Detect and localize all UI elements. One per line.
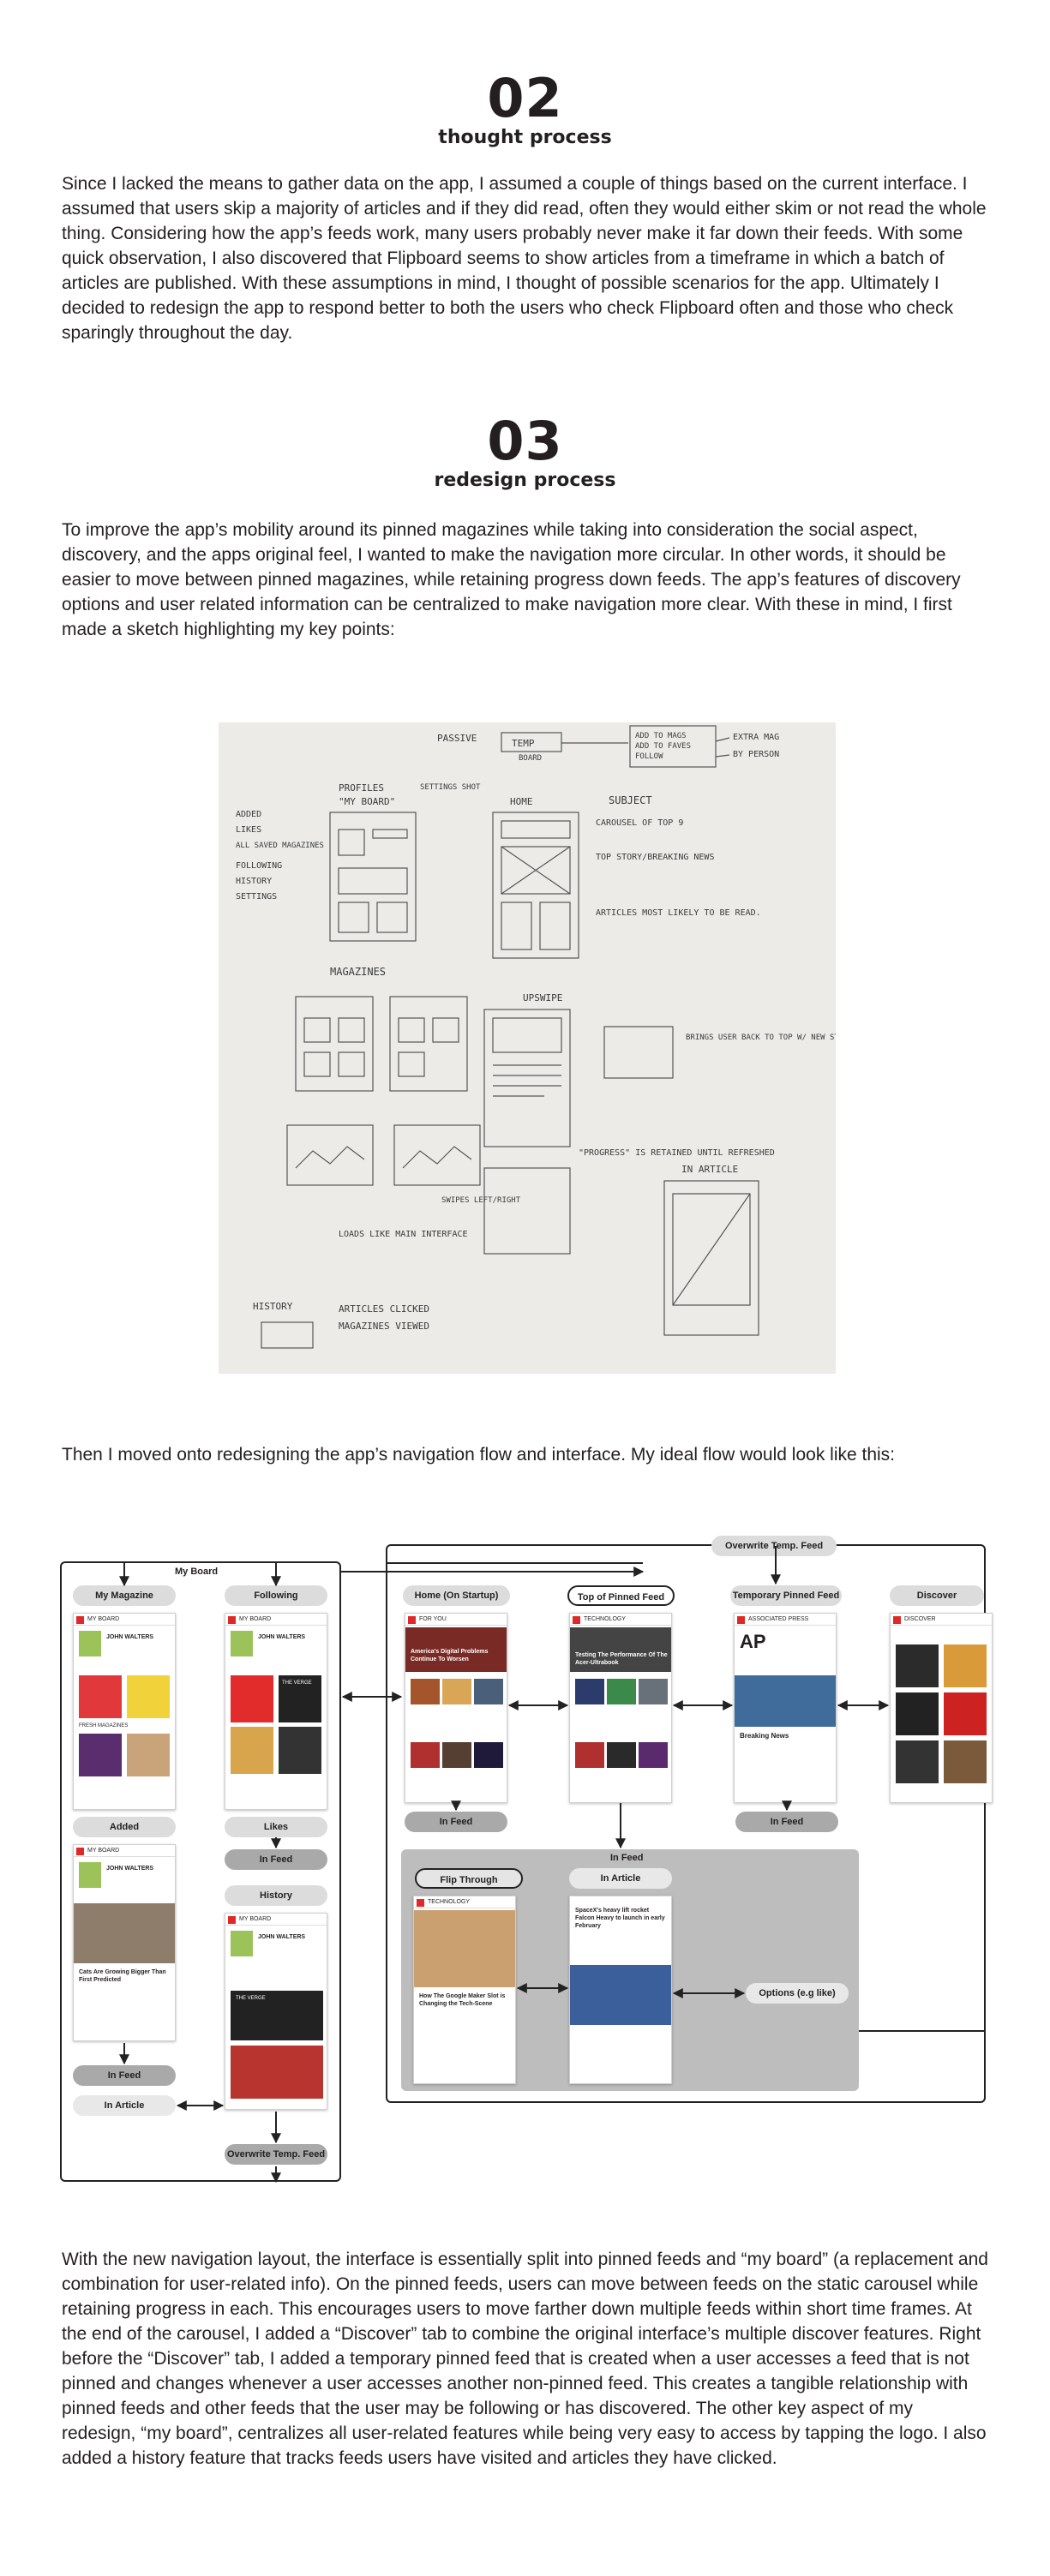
sketch-settings: SETTINGS [236,892,277,902]
flow-arrows [119,1546,984,2184]
sketch-progress-retained: "PROGRESS" IS RETAINED UNTIL REFRESHED [579,1148,775,1158]
sketch-history-bottom: HISTORY [253,1301,293,1312]
transition-paragraph: Then I moved onto redesigning the app’s … [62,1445,896,1465]
sketch-by-person: BY PERSON [733,750,779,759]
thought-process-paragraph: Since I lacked the means to gather data … [62,174,987,343]
sketch-swipes: SWIPES LEFT/RIGHT [441,1196,521,1205]
sketch-upswipe: UPSWIPE [523,992,562,1003]
sketch-magazines-viewed: MAGAZINES VIEWED [339,1321,429,1332]
sketch-added: ADDED [236,810,261,819]
sketch-carousel: CAROUSEL OF TOP 9 [596,818,683,828]
sketch-articles-clicked: ARTICLES CLICKED [339,1303,429,1315]
section-number-03: 03 [487,410,563,472]
sketch-history: HISTORY [236,877,272,886]
sketch-temp: TEMP [512,738,535,749]
sketch-brings-user-back: BRINGS USER BACK TO TOP W/ NEW STORIES F… [686,1033,836,1042]
sketch-magazines: MAGAZINES [330,966,386,978]
sketch-subject: SUBJECT [609,794,652,806]
sketch-add-to-mags: ADD TO MAGS [635,732,687,740]
sketch-articles-likely: ARTICLES MOST LIKELY TO BE READ. [596,908,761,918]
redesign-process-paragraph: To improve the app’s mobility around its… [62,520,961,639]
sketch-settings-shot: SETTINGS SHOT [420,783,481,792]
closing-paragraph: With the new navigation layout, the inte… [62,2250,988,2468]
section-title-redesign-process: redesign process [434,470,616,491]
sketch-top-story: TOP STORY/BREAKING NEWS [596,853,714,862]
navigation-flow-diagram: My Board My Magazine Following MY BOARD … [60,1525,994,2211]
sketch-loads-like: LOADS LIKE MAIN INTERFACE [339,1230,468,1239]
sketch-following: FOLLOWING [236,861,282,871]
sketch-follow: FOLLOW [635,752,663,761]
sketch-add-to-faves: ADD TO FAVES [635,742,691,751]
hand-drawn-sketch: PASSIVE TEMP BOARD ADD TO MAGS ADD TO FA… [219,722,836,1374]
sketch-home: HOME [510,796,533,807]
sketch-board: BOARD [519,754,542,763]
section-title-thought-process: thought process [438,127,612,148]
sketch-in-article: IN ARTICLE [681,1164,738,1175]
sketch-all-saved: ALL SAVED MAGAZINES [236,842,324,850]
sketch-passive: PASSIVE [437,733,477,744]
sketch-profiles: PROFILES [339,782,384,794]
section-number-02: 02 [487,67,563,129]
sketch-extra-mag: EXTRA MAG [733,733,779,742]
sketch-drawing: PASSIVE TEMP BOARD ADD TO MAGS ADD TO FA… [236,725,836,1349]
sketch-likes: LIKES [236,825,261,835]
sketch-my-board: "MY BOARD" [339,796,395,807]
